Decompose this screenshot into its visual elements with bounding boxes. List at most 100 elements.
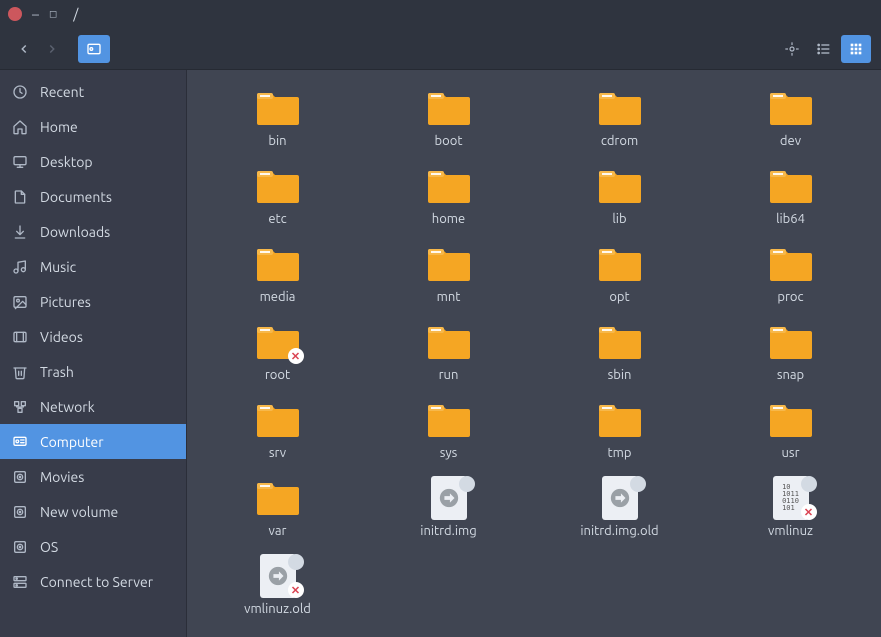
- chevron-left-icon: [17, 42, 31, 56]
- file-vmlinuz[interactable]: 1010110110101↩ vmlinuz: [710, 478, 871, 538]
- back-button[interactable]: [10, 35, 38, 63]
- noaccess-badge-icon: [288, 348, 304, 364]
- doc-icon: [12, 189, 28, 205]
- symlink-badge-icon: ↩: [801, 476, 817, 492]
- window-minimize-button[interactable]: –: [32, 6, 39, 22]
- item-label: lib64: [776, 212, 805, 226]
- sidebar-item-label: Movies: [40, 469, 84, 485]
- folder-lib64[interactable]: lib64: [710, 166, 871, 226]
- sidebar-item-label: Home: [40, 119, 78, 135]
- folder-run[interactable]: run: [368, 322, 529, 382]
- item-label: run: [439, 368, 459, 382]
- content-pane[interactable]: bin boot cdrom dev etc home lib: [187, 70, 881, 637]
- folder-usr[interactable]: usr: [710, 400, 871, 460]
- list-view-button[interactable]: [809, 35, 839, 63]
- item-icon: [596, 88, 644, 128]
- sidebar-item-label: Music: [40, 259, 76, 275]
- picture-icon: [12, 294, 28, 310]
- item-icon: [425, 88, 473, 128]
- item-label: snap: [777, 368, 804, 382]
- sidebar-item-home[interactable]: Home: [0, 109, 186, 144]
- sidebar-item-label: Network: [40, 399, 95, 415]
- location-button[interactable]: [777, 35, 807, 63]
- item-icon: [425, 322, 473, 362]
- window-close-button[interactable]: [8, 7, 22, 21]
- sidebar-item-trash[interactable]: Trash: [0, 354, 186, 389]
- item-label: etc: [268, 212, 286, 226]
- item-label: bin: [268, 134, 286, 148]
- trash-icon: [12, 364, 28, 380]
- file-initrd-img[interactable]: ↩ initrd.img: [368, 478, 529, 538]
- sidebar-item-computer[interactable]: Computer: [0, 424, 186, 459]
- symlink-badge-icon: ↩: [288, 554, 304, 570]
- item-label: mnt: [437, 290, 461, 304]
- folder-etc[interactable]: etc: [197, 166, 358, 226]
- folder-media[interactable]: media: [197, 244, 358, 304]
- item-label: cdrom: [601, 134, 638, 148]
- item-icon: [767, 322, 815, 362]
- folder-srv[interactable]: srv: [197, 400, 358, 460]
- folder-home[interactable]: home: [368, 166, 529, 226]
- sidebar-item-downloads[interactable]: Downloads: [0, 214, 186, 249]
- item-icon: ↩: [596, 478, 644, 518]
- folder-bin[interactable]: bin: [197, 88, 358, 148]
- sidebar-item-pictures[interactable]: Pictures: [0, 284, 186, 319]
- window-title: /: [73, 6, 78, 22]
- folder-proc[interactable]: proc: [710, 244, 871, 304]
- sidebar-item-documents[interactable]: Documents: [0, 179, 186, 214]
- folder-root[interactable]: root: [197, 322, 358, 382]
- sidebar-item-label: Pictures: [40, 294, 91, 310]
- item-label: home: [432, 212, 465, 226]
- file-vmlinuz-old[interactable]: ↩ vmlinuz.old: [197, 556, 358, 616]
- icon-grid: bin boot cdrom dev etc home lib: [197, 88, 871, 616]
- folder-opt[interactable]: opt: [539, 244, 700, 304]
- sidebar-item-videos[interactable]: Videos: [0, 319, 186, 354]
- file-initrd-img-old[interactable]: ↩ initrd.img.old: [539, 478, 700, 538]
- item-icon: [254, 244, 302, 284]
- item-icon: [425, 400, 473, 440]
- item-icon: [254, 400, 302, 440]
- folder-dev[interactable]: dev: [710, 88, 871, 148]
- sidebar-item-new-volume[interactable]: New volume: [0, 494, 186, 529]
- sidebar-item-label: Connect to Server: [40, 574, 153, 590]
- sidebar-item-label: OS: [40, 539, 58, 555]
- item-icon: [596, 322, 644, 362]
- sidebar-item-recent[interactable]: Recent: [0, 74, 186, 109]
- folder-var[interactable]: var: [197, 478, 358, 538]
- item-icon: [596, 244, 644, 284]
- folder-cdrom[interactable]: cdrom: [539, 88, 700, 148]
- folder-sys[interactable]: sys: [368, 400, 529, 460]
- window-maximize-button[interactable]: ◻: [49, 8, 57, 20]
- item-label: root: [265, 368, 290, 382]
- computer-icon: [12, 434, 28, 450]
- item-label: initrd.img.old: [580, 524, 658, 538]
- path-root-crumb[interactable]: [78, 35, 110, 63]
- sidebar-item-network[interactable]: Network: [0, 389, 186, 424]
- folder-mnt[interactable]: mnt: [368, 244, 529, 304]
- sidebar-item-os[interactable]: OS: [0, 529, 186, 564]
- item-label: opt: [609, 290, 629, 304]
- sidebar-item-label: Videos: [40, 329, 83, 345]
- disk-icon: [12, 539, 28, 555]
- forward-button[interactable]: [38, 35, 66, 63]
- folder-tmp[interactable]: tmp: [539, 400, 700, 460]
- item-icon: [254, 478, 302, 518]
- home-icon: [12, 119, 28, 135]
- sidebar-item-movies[interactable]: Movies: [0, 459, 186, 494]
- item-icon: [596, 166, 644, 206]
- folder-boot[interactable]: boot: [368, 88, 529, 148]
- sidebar-item-desktop[interactable]: Desktop: [0, 144, 186, 179]
- toolbar: [0, 28, 881, 70]
- item-icon: [767, 88, 815, 128]
- sidebar: Recent Home Desktop Documents Downloads …: [0, 70, 187, 637]
- folder-sbin[interactable]: sbin: [539, 322, 700, 382]
- network-icon: [12, 399, 28, 415]
- folder-lib[interactable]: lib: [539, 166, 700, 226]
- item-icon: [425, 166, 473, 206]
- grid-view-button[interactable]: [841, 35, 871, 63]
- video-icon: [12, 329, 28, 345]
- item-icon: [425, 244, 473, 284]
- sidebar-item-music[interactable]: Music: [0, 249, 186, 284]
- folder-snap[interactable]: snap: [710, 322, 871, 382]
- sidebar-item-connect-to-server[interactable]: Connect to Server: [0, 564, 186, 599]
